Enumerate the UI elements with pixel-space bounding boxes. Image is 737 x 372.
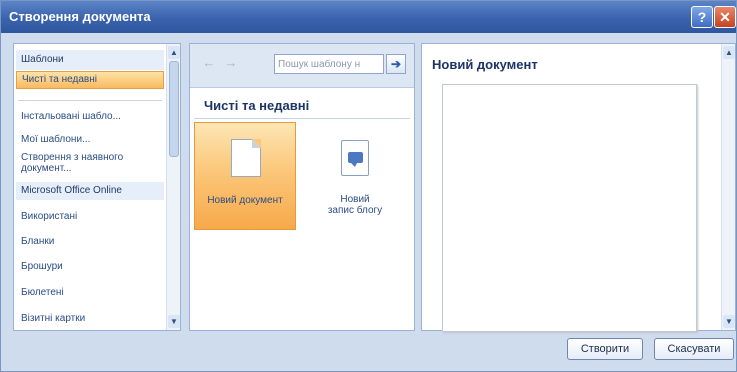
scroll-up-icon[interactable]: ▲ bbox=[723, 46, 735, 59]
blog-post-icon bbox=[341, 140, 369, 176]
sidebar-scrollbar[interactable]: ▲ ▼ bbox=[166, 44, 180, 330]
sidebar-heading-templates: Шаблони bbox=[16, 50, 164, 70]
create-document-dialog: Створення документа ? ✕ Шаблони Чисті та… bbox=[0, 0, 737, 372]
sidebar-divider bbox=[18, 100, 162, 101]
sidebar-item-forms[interactable]: Бланки bbox=[16, 233, 164, 251]
sidebar-item-newsletters[interactable]: Бюлетені bbox=[16, 284, 164, 302]
template-gallery: ← → ➔ Чисті та недавні Новий документ Но… bbox=[189, 43, 415, 331]
gallery-divider bbox=[194, 118, 410, 119]
sidebar-item-blank-recent[interactable]: Чисті та недавні bbox=[16, 71, 164, 89]
sidebar-item-business-cards[interactable]: Візитні картки bbox=[16, 310, 164, 328]
document-preview bbox=[442, 84, 697, 332]
scroll-down-icon[interactable]: ▼ bbox=[723, 315, 735, 328]
scroll-up-icon[interactable]: ▲ bbox=[168, 46, 180, 59]
navigation-bar: ← → ➔ bbox=[190, 44, 414, 88]
create-button[interactable]: Створити bbox=[567, 338, 643, 360]
template-tile-new-document[interactable]: Новий документ bbox=[194, 122, 296, 230]
template-search-input[interactable] bbox=[274, 54, 384, 74]
forward-arrow-icon[interactable]: → bbox=[222, 54, 240, 72]
back-arrow-icon[interactable]: ← bbox=[200, 54, 218, 72]
blank-document-icon bbox=[231, 139, 261, 177]
help-button[interactable]: ? bbox=[691, 6, 713, 28]
template-tile-new-blog-post[interactable]: Новий запис блогу bbox=[304, 122, 406, 230]
title-bar: Створення документа ? ✕ bbox=[1, 1, 736, 33]
template-tile-label: Новий документ bbox=[207, 195, 283, 206]
sidebar-item-used[interactable]: Використані bbox=[16, 208, 164, 226]
gallery-heading: Чисті та недавні bbox=[204, 98, 310, 113]
sidebar-item-installed-templates[interactable]: Інстальовані шабло... bbox=[16, 108, 164, 126]
sidebar-heading-office-online: Microsoft Office Online bbox=[16, 182, 164, 200]
scroll-down-icon[interactable]: ▼ bbox=[168, 315, 180, 328]
close-button[interactable]: ✕ bbox=[714, 6, 736, 28]
template-category-list: Шаблони Чисті та недавні Інстальовані ша… bbox=[13, 43, 181, 331]
search-go-icon[interactable]: ➔ bbox=[386, 54, 406, 74]
preview-scrollbar[interactable]: ▲ ▼ bbox=[721, 44, 735, 330]
sidebar-item-my-templates[interactable]: Мої шаблони... bbox=[16, 131, 164, 149]
preview-title: Новий документ bbox=[432, 57, 538, 72]
sidebar-item-new-from-existing[interactable]: Створення з наявного документ... bbox=[16, 152, 126, 178]
cancel-button[interactable]: Скасувати bbox=[654, 338, 734, 360]
scrollbar-thumb[interactable] bbox=[169, 61, 179, 157]
preview-pane: Новий документ ▲ ▼ bbox=[421, 43, 736, 332]
sidebar-item-brochures[interactable]: Брошури bbox=[16, 258, 164, 276]
template-tile-label: Новий запис блогу bbox=[327, 194, 383, 216]
window-title: Створення документа bbox=[9, 9, 151, 24]
